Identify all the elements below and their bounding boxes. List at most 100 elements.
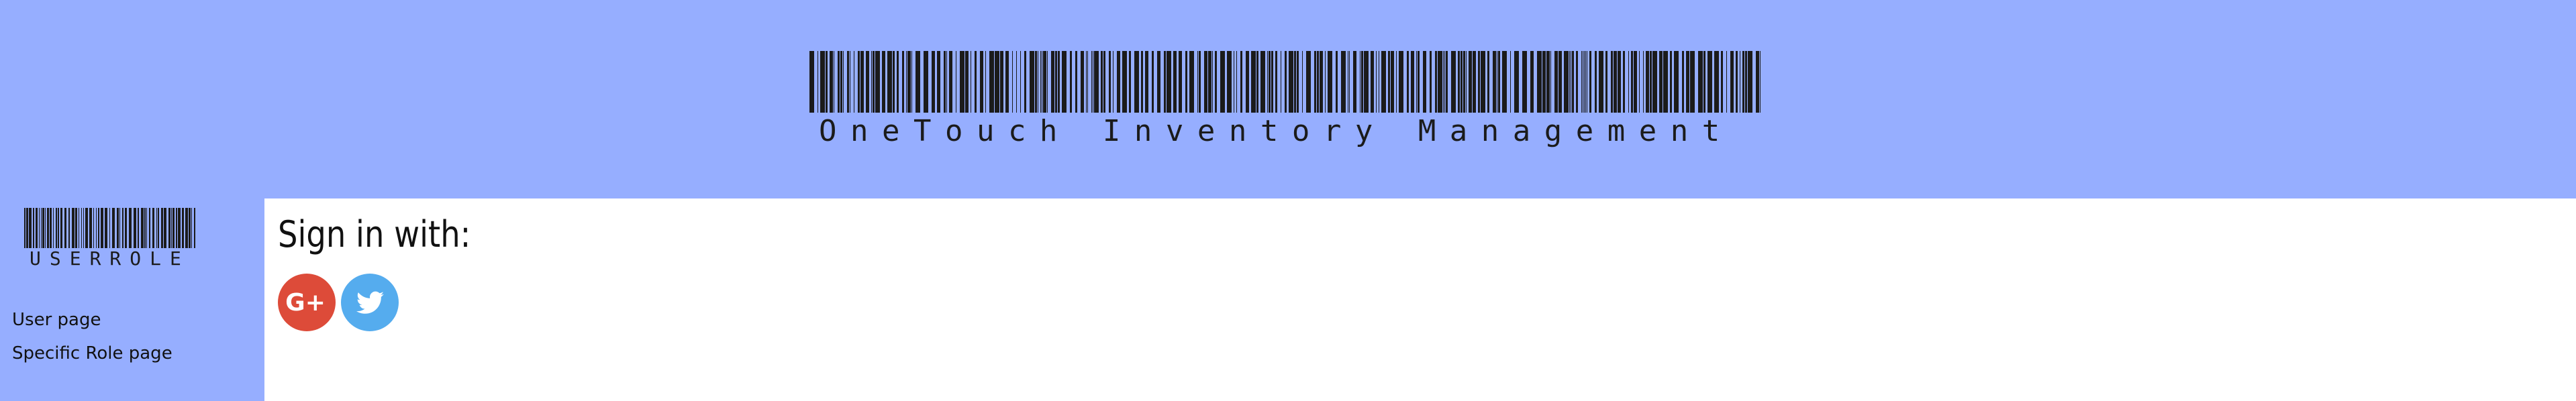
site-logo[interactable]: OneTouch Inventory Management	[809, 51, 1761, 146]
barcode-bar	[1581, 51, 1582, 113]
barcode-bar	[1353, 51, 1356, 113]
barcode-bar	[1197, 51, 1198, 113]
barcode-bar	[843, 51, 844, 113]
barcode-bar	[1016, 51, 1017, 113]
barcode-bar	[96, 208, 97, 248]
barcode-bar	[119, 208, 120, 248]
barcode-bar	[1618, 51, 1621, 113]
barcode-bar	[1639, 51, 1640, 113]
barcode-bar	[1502, 51, 1507, 113]
barcode-bar	[149, 208, 150, 248]
barcode-bar	[897, 51, 899, 113]
barcode-bar	[98, 208, 99, 248]
barcode-bar	[1256, 51, 1258, 113]
barcode-bar	[1430, 51, 1432, 113]
sidebar-logo-text: USERROLE	[30, 247, 190, 270]
barcode-bar	[83, 208, 84, 248]
barcode-bar	[826, 51, 828, 113]
barcode-bar	[985, 51, 986, 113]
logo-text: OneTouch Inventory Management	[819, 114, 1734, 148]
barcode-bar	[1554, 51, 1558, 113]
barcode-bar	[1623, 51, 1625, 113]
barcode-bar	[194, 208, 195, 248]
barcode-bar	[1070, 51, 1072, 113]
barcode-bar	[172, 208, 175, 248]
barcode-bar	[1101, 51, 1103, 113]
barcode-bar	[1730, 51, 1734, 113]
barcode-bar	[1361, 51, 1363, 113]
google-plus-icon: G+	[278, 274, 336, 331]
barcode-bar	[1595, 51, 1597, 113]
sidebar-item-user-page[interactable]: User page	[12, 303, 172, 337]
barcode-bar	[1643, 51, 1644, 113]
barcode-bar	[1473, 51, 1476, 113]
barcode-bar	[858, 51, 860, 113]
barcode-bar	[1634, 51, 1637, 113]
barcode-bar	[1269, 51, 1271, 113]
barcode-bar	[1297, 51, 1299, 113]
barcode-bar	[164, 208, 166, 248]
barcode-bar	[156, 208, 157, 248]
barcode-bar	[1129, 51, 1131, 113]
barcode-bar	[860, 51, 864, 113]
barcode-bar	[1550, 51, 1551, 113]
barcode-bar	[158, 208, 159, 248]
barcode-bar	[1388, 51, 1390, 113]
barcode-bar	[81, 208, 82, 248]
barcode-bar	[152, 208, 154, 248]
barcode-bar	[1087, 51, 1088, 113]
barcode-bar	[915, 51, 920, 113]
barcode-bar	[1423, 51, 1426, 113]
sidebar: USERROLE User page Specific Role page	[0, 198, 264, 401]
barcode-icon	[24, 208, 195, 248]
barcode-bar	[1742, 51, 1744, 113]
barcode-bar	[47, 208, 49, 248]
barcode-bar	[1173, 51, 1177, 113]
barcode-bar	[1487, 51, 1489, 113]
sidebar-logo[interactable]: USERROLE	[24, 208, 197, 268]
barcode-bar	[191, 208, 192, 248]
barcode-bar	[85, 208, 88, 248]
barcode-bar	[185, 208, 188, 248]
barcode-bar	[1469, 51, 1472, 113]
barcode-bar	[1145, 51, 1148, 113]
barcode-bar	[146, 208, 147, 248]
barcode-bar	[1336, 51, 1338, 113]
barcode-bar	[89, 208, 92, 248]
barcode-bar	[1396, 51, 1397, 113]
barcode-bar	[122, 208, 123, 248]
twitter-button[interactable]	[341, 274, 399, 331]
barcode-bar	[112, 208, 115, 248]
signin-title: Sign in with:	[278, 213, 471, 255]
barcode-bar	[1663, 51, 1668, 113]
barcode-bar	[1418, 51, 1420, 113]
barcode-bar	[1478, 51, 1480, 113]
barcode-bar	[980, 51, 983, 113]
barcode-bar	[1736, 51, 1738, 113]
barcode-bar	[1558, 51, 1562, 113]
barcode-bar	[871, 51, 872, 113]
barcode-bar	[1075, 51, 1077, 113]
google-plus-button[interactable]: G+	[278, 274, 336, 331]
barcode-bar	[1371, 51, 1374, 113]
barcode-bar	[117, 208, 119, 248]
barcode-bar	[141, 208, 144, 248]
barcode-bar	[1208, 51, 1211, 113]
barcode-bar	[1399, 51, 1403, 113]
barcode-bar	[932, 51, 935, 113]
sidebar-item-specific-role-page[interactable]: Specific Role page	[12, 337, 172, 370]
barcode-bar	[129, 208, 132, 248]
barcode-bar	[41, 208, 42, 248]
barcode-bar	[1227, 51, 1232, 113]
barcode-bar	[1314, 51, 1316, 113]
barcode-bar	[1000, 51, 1003, 113]
barcode-bar	[840, 51, 842, 113]
barcode-bar	[72, 208, 75, 248]
barcode-bar	[1530, 51, 1534, 113]
barcode-bar	[26, 208, 28, 248]
barcode-bar	[138, 208, 139, 248]
barcode-bar	[53, 208, 54, 248]
barcode-bar	[1012, 51, 1013, 113]
barcode-bar	[1714, 51, 1719, 113]
barcode-bar	[33, 208, 34, 248]
